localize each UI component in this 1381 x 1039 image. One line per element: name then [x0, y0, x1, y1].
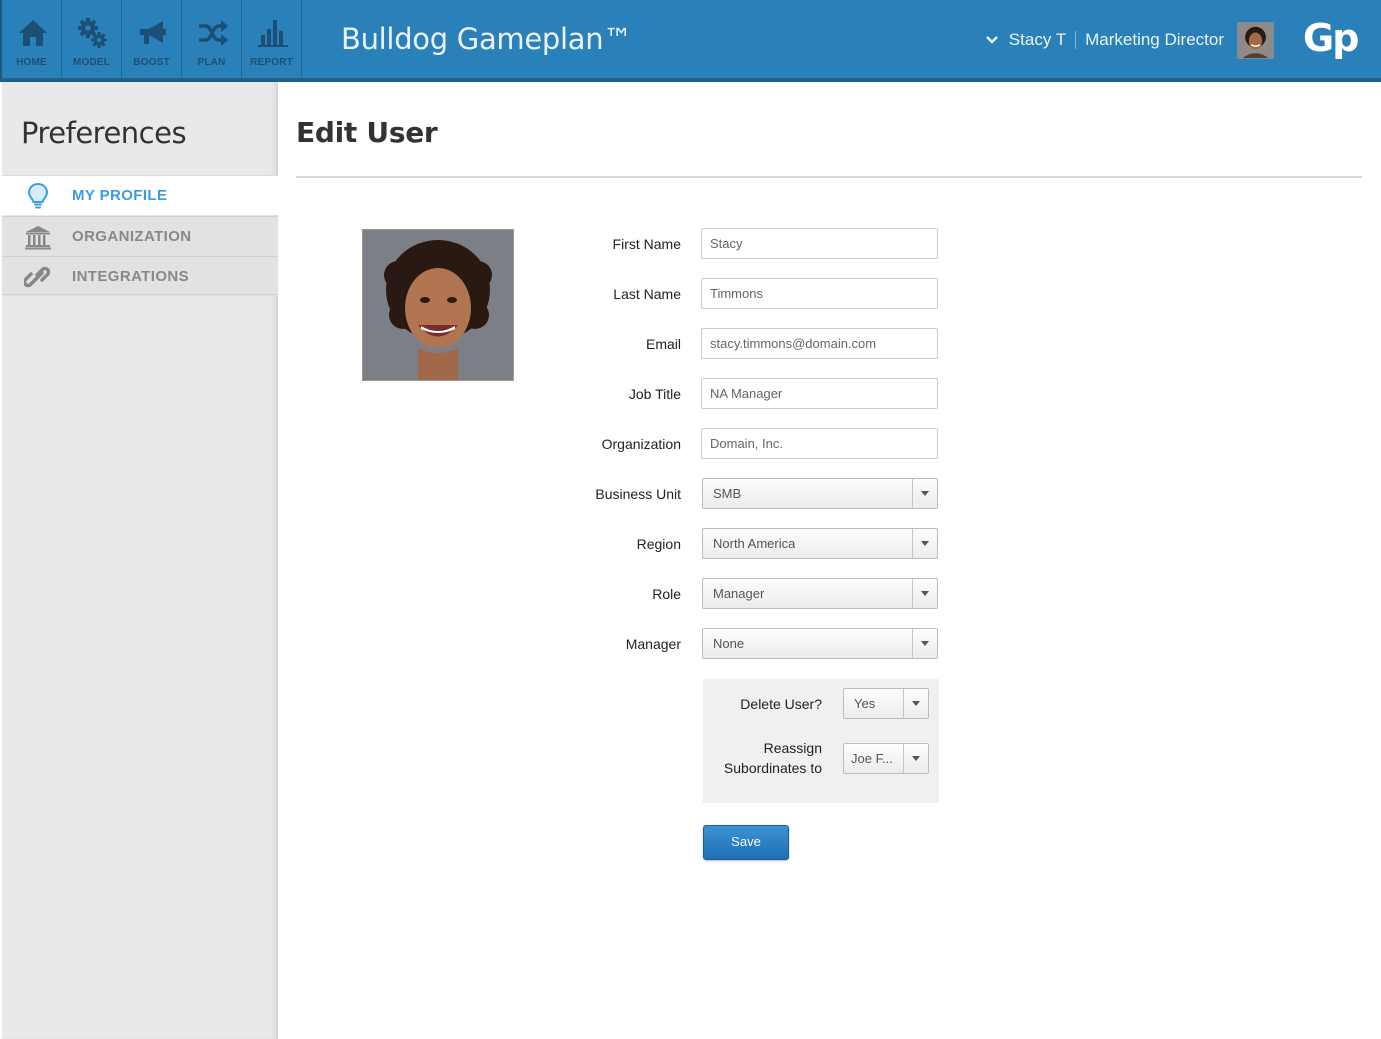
- reassign-label-line1: Reassign: [763, 740, 822, 756]
- email-field[interactable]: stacy.timmons@domain.com: [701, 328, 938, 359]
- job-title-label: Job Title: [628, 386, 681, 402]
- nav-plan-label: PLAN: [197, 57, 226, 68]
- region-value: North America: [713, 536, 796, 551]
- reassign-label-line2: Subordinates to: [723, 760, 822, 776]
- user-menu-separator: [1075, 31, 1077, 49]
- user-name: Stacy T: [1008, 30, 1067, 49]
- chevron-down-icon: [985, 36, 998, 44]
- manager-select[interactable]: None: [702, 628, 938, 659]
- manager-value: None: [713, 636, 745, 651]
- business-unit-label: Business Unit: [595, 486, 681, 502]
- link-icon: [24, 266, 51, 288]
- nav-report[interactable]: REPORT: [242, 0, 302, 78]
- job-title-field[interactable]: NA Manager: [701, 378, 938, 409]
- shuffle-icon: [199, 20, 228, 46]
- last-name-label: Last Name: [613, 286, 681, 302]
- region-select[interactable]: North America: [702, 528, 938, 559]
- caret-down-icon[interactable]: [912, 579, 937, 608]
- region-label: Region: [636, 536, 681, 552]
- gears-icon: [78, 18, 107, 48]
- role-label: Role: [652, 586, 681, 602]
- user-avatar-image: [1238, 23, 1273, 58]
- last-name-field[interactable]: Timmons: [701, 278, 938, 309]
- caret-down-icon[interactable]: [912, 479, 937, 508]
- nav-boost-label: BOOST: [133, 57, 170, 68]
- business-unit-value: SMB: [713, 486, 742, 501]
- sidebar-item-my-profile[interactable]: MY PROFILE: [2, 175, 278, 215]
- app-logo[interactable]: Gp: [1303, 16, 1359, 60]
- email-label: Email: [645, 336, 681, 352]
- reassign-select[interactable]: Joe F...: [843, 743, 929, 774]
- user-menu[interactable]: Stacy T Marketing Director: [985, 30, 1224, 50]
- bank-icon: [25, 226, 51, 250]
- profile-photo-image: [363, 230, 513, 380]
- nav-report-label: REPORT: [250, 57, 293, 68]
- avatar[interactable]: [1237, 22, 1274, 59]
- sidebar: Preferences MY PROFILE ORGANIZATION INTE…: [2, 82, 278, 1039]
- delete-user-value: Yes: [854, 696, 876, 711]
- title-divider: [296, 176, 1362, 178]
- sidebar-item-label: INTEGRATIONS: [72, 268, 190, 285]
- lightbulb-icon: [27, 182, 49, 209]
- first-name-field[interactable]: Stacy: [701, 228, 938, 259]
- home-icon: [19, 20, 47, 46]
- role-value: Manager: [713, 586, 765, 601]
- role-select[interactable]: Manager: [702, 578, 938, 609]
- delete-user-label: Delete User?: [740, 696, 822, 712]
- sidebar-item-label: ORGANIZATION: [72, 228, 192, 245]
- sidebar-title: Preferences: [21, 116, 187, 150]
- sidebar-divider: [2, 294, 278, 295]
- delete-user-select[interactable]: Yes: [843, 688, 929, 719]
- nav-home[interactable]: HOME: [2, 0, 62, 78]
- reassign-value: Joe F...: [851, 751, 893, 766]
- sidebar-item-organization[interactable]: ORGANIZATION: [2, 216, 278, 256]
- page-title: Edit User: [296, 116, 438, 149]
- organization-label: Organization: [601, 436, 681, 452]
- nav-boost[interactable]: BOOST: [122, 0, 182, 78]
- save-button[interactable]: Save: [703, 825, 789, 860]
- app-title: Bulldog Gameplan™: [341, 22, 633, 56]
- sidebar-item-label: MY PROFILE: [72, 187, 168, 204]
- sidebar-item-integrations[interactable]: INTEGRATIONS: [2, 256, 278, 296]
- organization-field[interactable]: Domain, Inc.: [701, 428, 938, 459]
- manager-label: Manager: [625, 636, 681, 652]
- business-unit-select[interactable]: SMB: [702, 478, 938, 509]
- caret-down-icon[interactable]: [912, 529, 937, 558]
- caret-down-icon[interactable]: [903, 689, 928, 718]
- nav-home-label: HOME: [16, 57, 47, 68]
- first-name-label: First Name: [612, 236, 681, 252]
- caret-down-icon[interactable]: [903, 744, 928, 773]
- nav-model[interactable]: MODEL: [62, 0, 122, 78]
- nav-plan[interactable]: PLAN: [182, 0, 242, 78]
- user-job-title: Marketing Director: [1085, 30, 1224, 49]
- nav-model-label: MODEL: [72, 57, 111, 68]
- delete-user-panel: Delete User? Yes Reassign Subordinates t…: [703, 679, 939, 803]
- megaphone-icon: [140, 21, 166, 44]
- main-nav: HOME MODEL BOOST PLAN REPORT: [2, 0, 302, 78]
- caret-down-icon[interactable]: [912, 629, 937, 658]
- bar-chart-icon: [258, 20, 288, 47]
- top-bar: HOME MODEL BOOST PLAN REPORT Bulldog Gam…: [0, 0, 1381, 82]
